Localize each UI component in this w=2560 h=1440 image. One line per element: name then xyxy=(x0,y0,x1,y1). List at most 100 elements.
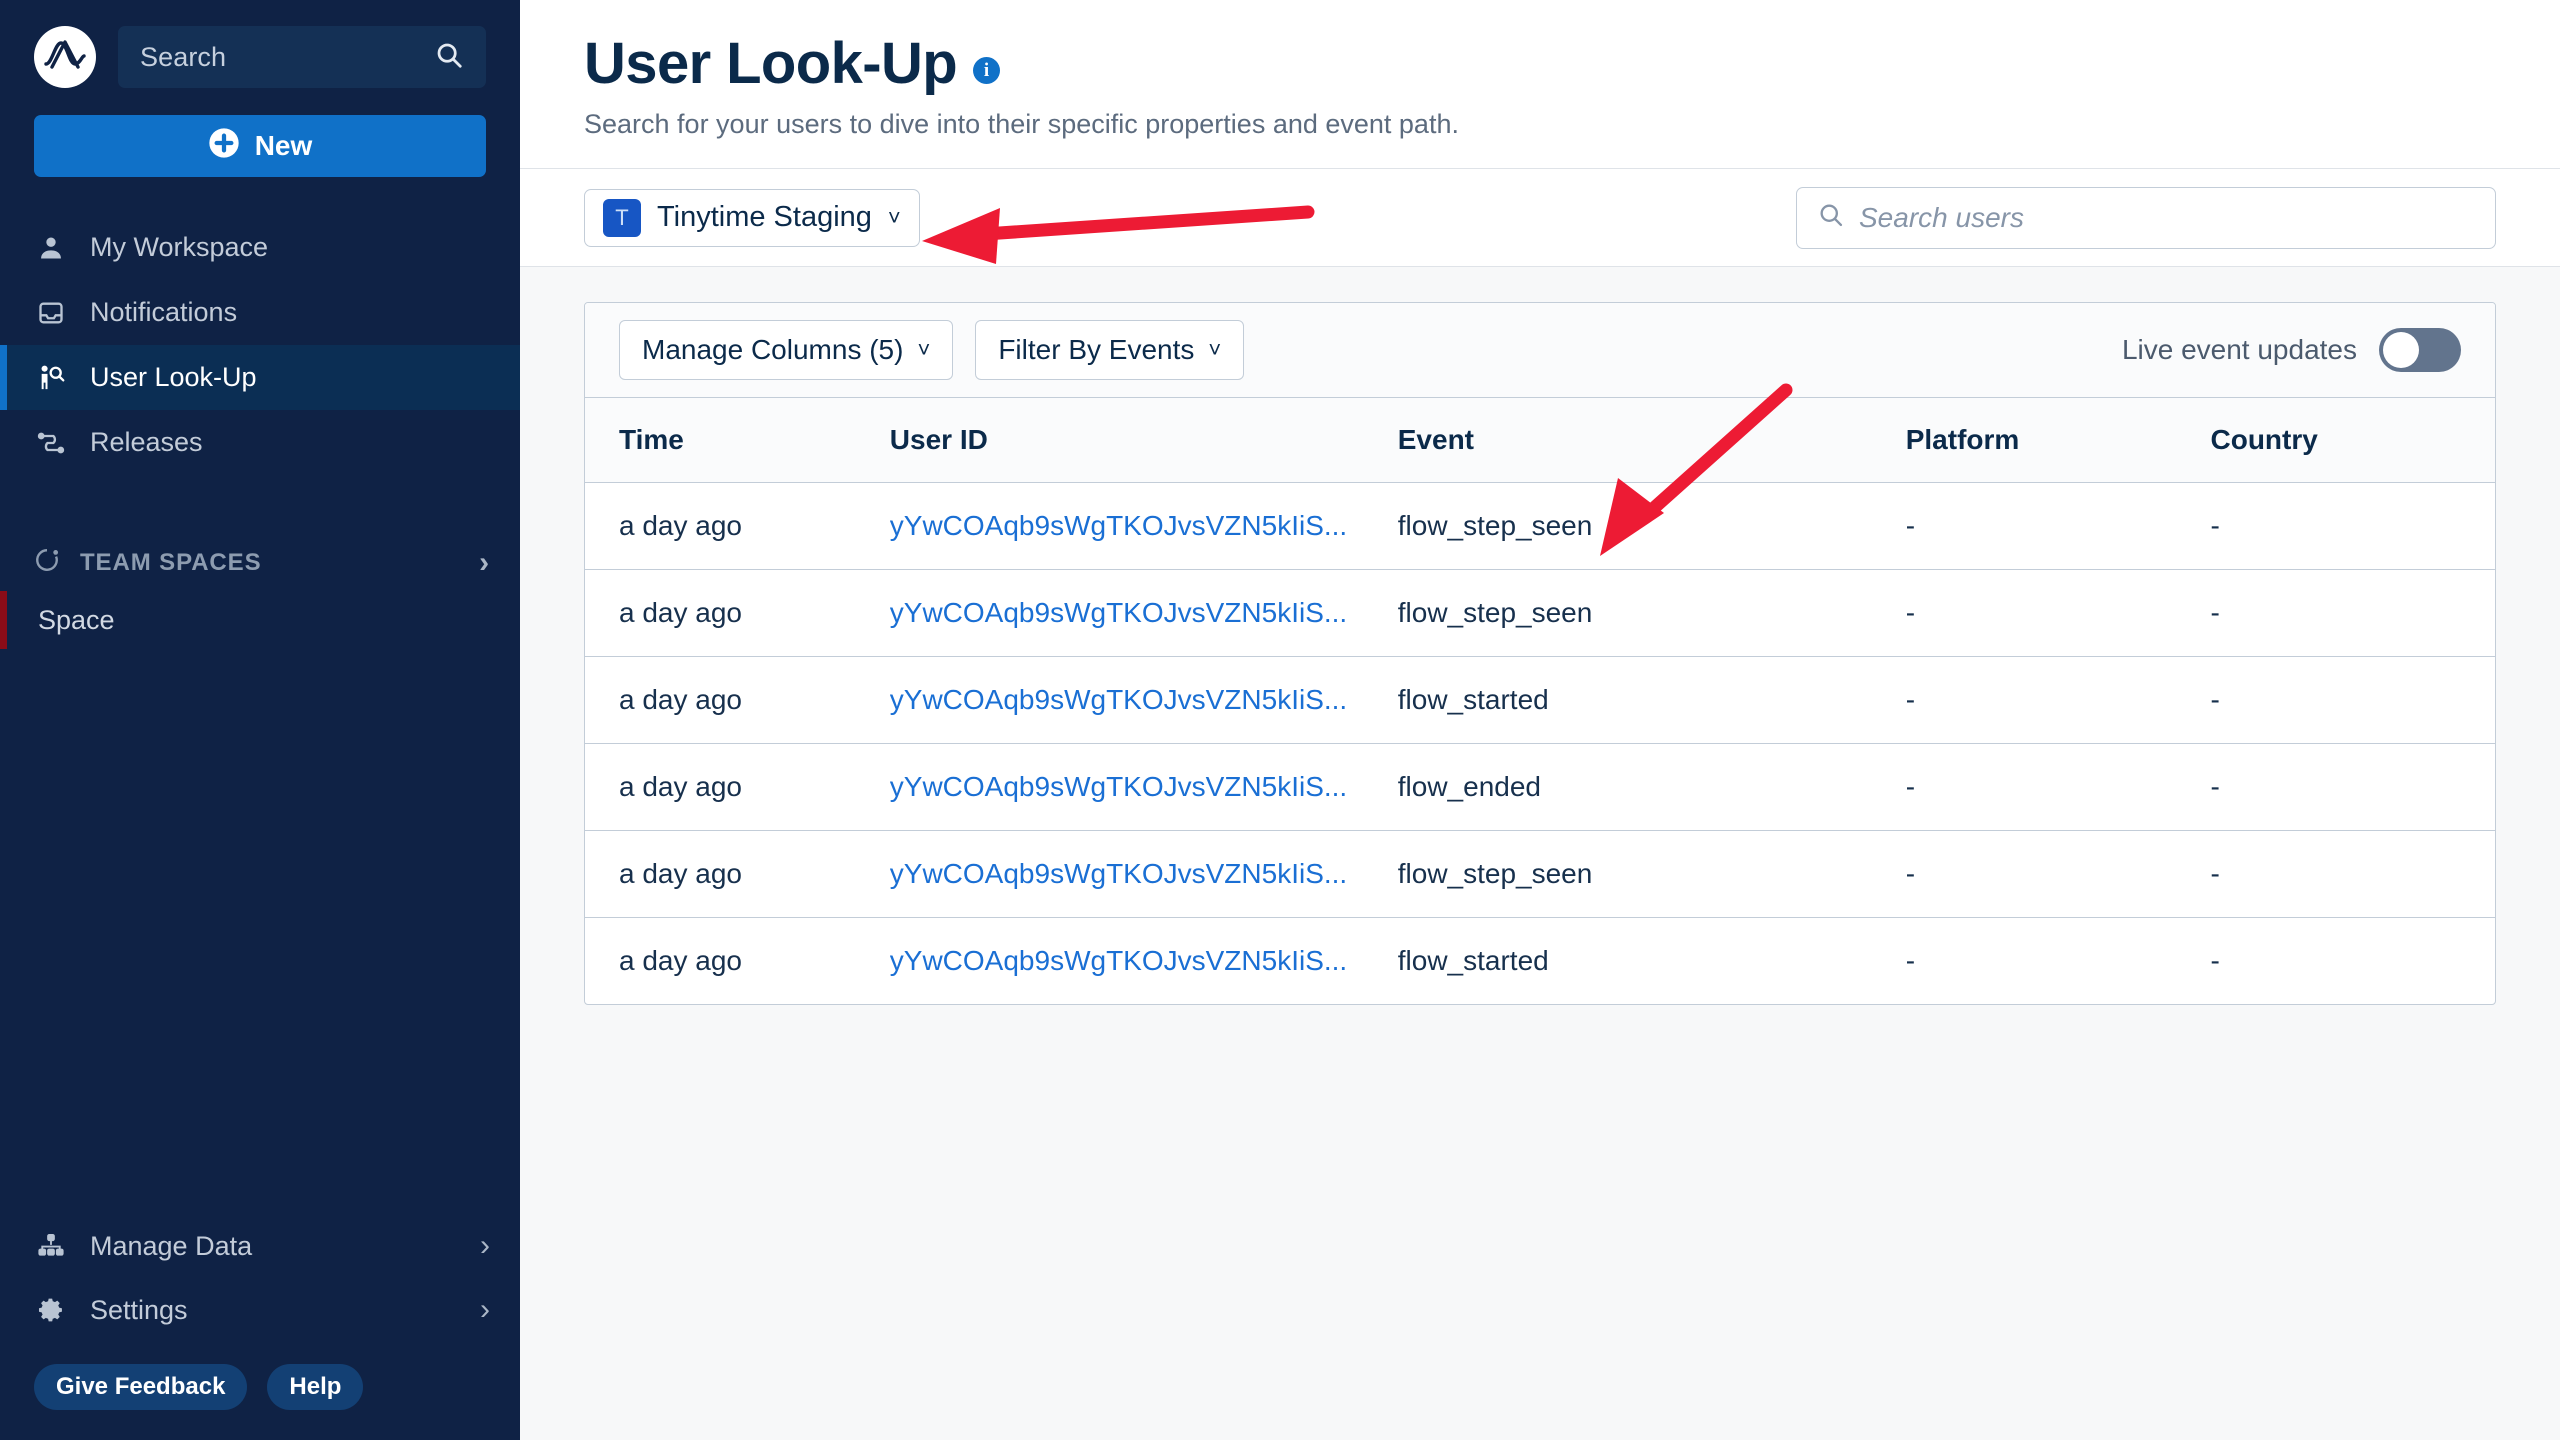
cell-time: a day ago xyxy=(585,482,890,570)
space-label: Space xyxy=(38,604,115,635)
cell-time: a day ago xyxy=(585,656,890,744)
sidebar-item-label: Manage Data xyxy=(90,1230,253,1261)
cell-platform: - xyxy=(1905,656,2211,744)
cell-platform: - xyxy=(1905,945,1916,976)
events-table-body: a day ago yYwCOAqb9sWgTKOJvsVZN5kIiS... … xyxy=(585,482,2495,1005)
page-title-row: User Look-Up i xyxy=(584,30,2560,97)
page-subtitle: Search for your users to dive into their… xyxy=(584,109,1459,139)
table-toolbar: Manage Columns (5) ˅ Filter By Events ˅ … xyxy=(585,303,2495,398)
project-badge: T xyxy=(603,198,641,237)
cell-event: flow_started xyxy=(1397,656,1906,744)
sidebar-top: Search xyxy=(0,0,520,88)
user-id-link[interactable]: yYwCOAqb9sWgTKOJvsVZN5kIiS... xyxy=(890,597,1347,628)
manage-columns-label: Manage Columns (5) xyxy=(642,334,904,365)
user-id-link[interactable]: yYwCOAqb9sWgTKOJvsVZN5kIiS... xyxy=(890,771,1347,802)
chevron-right-icon: › xyxy=(480,1229,490,1262)
user-id-link[interactable]: yYwCOAqb9sWgTKOJvsVZN5kIiS... xyxy=(890,684,1347,715)
cell-event: flow_ended xyxy=(1397,743,1906,831)
chevron-down-icon: ˅ xyxy=(917,337,931,362)
sidebar-logo-row: Search xyxy=(34,26,486,88)
plus-circle-icon xyxy=(208,127,240,166)
main-content: User Look-Up i Search for your users to … xyxy=(520,0,2560,1440)
sidebar-item-label: User Look-Up xyxy=(90,362,257,392)
sidebar-item-label: Settings xyxy=(90,1294,188,1325)
filter-bar: T Tinytime Staging ˅ Search users xyxy=(520,169,2560,267)
sidebar-item-label: Notifications xyxy=(90,297,238,327)
cell-time: a day ago xyxy=(585,743,890,831)
sidebar-item-label: My Workspace xyxy=(90,232,269,262)
new-button-label: New xyxy=(254,130,313,161)
sidebar-item-space[interactable]: Space xyxy=(0,591,520,649)
filter-by-events-button[interactable]: Filter By Events ˅ xyxy=(975,320,1245,380)
table-row[interactable]: a day ago yYwCOAqb9sWgTKOJvsVZN5kIiS... … xyxy=(585,569,2495,657)
column-header-time[interactable]: Time xyxy=(585,398,890,483)
manage-columns-button[interactable]: Manage Columns (5) ˅ xyxy=(619,320,954,380)
cell-platform: - xyxy=(1905,830,2211,918)
sidebar-item-manage-data[interactable]: Manage Data › xyxy=(0,1214,520,1278)
chevron-right-icon: › xyxy=(480,1293,490,1326)
sidebar-item-notifications[interactable]: Notifications xyxy=(0,280,520,345)
search-users-input[interactable]: Search users xyxy=(1796,186,2496,249)
amplitude-logo-icon[interactable] xyxy=(34,26,96,88)
cell-time: a day ago xyxy=(619,945,742,976)
help-button[interactable]: Help xyxy=(267,1364,364,1410)
give-feedback-button[interactable]: Give Feedback xyxy=(34,1364,248,1410)
table-row[interactable]: a day ago yYwCOAqb9sWgTKOJvsVZN5kIiS... … xyxy=(585,656,2495,744)
table-row[interactable]: a day ago yYwCOAqb9sWgTKOJvsVZN5kIiS... … xyxy=(585,918,2495,1005)
cell-event: flow_step_seen xyxy=(1397,482,1906,570)
live-updates-group: Live event updates xyxy=(2122,328,2461,372)
cell-country: - xyxy=(2210,743,2495,831)
team-spaces-section-header[interactable]: TEAM SPACES › xyxy=(0,535,520,591)
user-id-link[interactable]: yYwCOAqb9sWgTKOJvsVZN5kIiS... xyxy=(890,510,1347,541)
cell-country: - xyxy=(2210,830,2495,918)
sidebar-search-placeholder: Search xyxy=(140,41,227,72)
new-button[interactable]: New xyxy=(34,115,486,177)
events-table-head: Time User ID Event Platform Country xyxy=(585,398,2495,483)
chevron-right-icon: › xyxy=(479,546,490,579)
team-spaces-label: TEAM SPACES xyxy=(80,549,262,576)
info-icon[interactable]: i xyxy=(973,57,1001,84)
table-row[interactable]: a day ago yYwCOAqb9sWgTKOJvsVZN5kIiS... … xyxy=(585,743,2495,831)
cell-country: - xyxy=(2210,945,2220,976)
sidebar-pill-row: Give Feedback Help xyxy=(0,1342,520,1410)
column-header-country[interactable]: Country xyxy=(2210,398,2495,483)
table-row[interactable]: a day ago yYwCOAqb9sWgTKOJvsVZN5kIiS... … xyxy=(585,482,2495,570)
cell-country: - xyxy=(2210,569,2495,657)
sidebar-bottom: Manage Data › Settings › Give Feedback H… xyxy=(0,1214,520,1440)
chevron-down-icon: ˅ xyxy=(887,204,901,230)
chevron-down-icon: ˅ xyxy=(1208,337,1222,362)
sidebar-search-input[interactable]: Search xyxy=(118,26,486,88)
sidebar-nav: My Workspace Notifications User Look-Up … xyxy=(0,215,520,475)
table-row[interactable]: a day ago yYwCOAqb9sWgTKOJvsVZN5kIiS... … xyxy=(585,830,2495,918)
user-id-link[interactable]: yYwCOAqb9sWgTKOJvsVZN5kIiS... xyxy=(890,858,1347,889)
search-users-placeholder: Search users xyxy=(1859,201,2024,233)
live-updates-label: Live event updates xyxy=(2121,334,2357,365)
cell-time: a day ago xyxy=(585,830,890,918)
sidebar-item-label: Releases xyxy=(90,427,203,457)
user-id-link[interactable]: yYwCOAqb9sWgTKOJvsVZN5kIiS... xyxy=(890,945,1347,976)
cell-platform: - xyxy=(1905,743,2211,831)
events-table-container: Manage Columns (5) ˅ Filter By Events ˅ … xyxy=(584,302,2496,1005)
cell-event: flow_started xyxy=(1397,945,1549,976)
sidebar-item-settings[interactable]: Settings › xyxy=(0,1278,520,1342)
page-title: User Look-Up xyxy=(584,31,958,96)
column-header-platform[interactable]: Platform xyxy=(1905,398,2211,483)
events-table: Time User ID Event Platform Country a da… xyxy=(585,398,2495,1004)
cell-event: flow_step_seen xyxy=(1397,830,1906,918)
column-header-user-id[interactable]: User ID xyxy=(889,398,1398,483)
cell-time: a day ago xyxy=(585,569,890,657)
releases-icon xyxy=(34,429,68,457)
gear-icon xyxy=(34,1296,68,1324)
sidebar-item-releases[interactable]: Releases xyxy=(0,410,520,475)
person-search-icon xyxy=(34,364,68,392)
cell-platform: - xyxy=(1905,569,2211,657)
inbox-icon xyxy=(34,299,68,327)
sidebar-item-user-look-up[interactable]: User Look-Up xyxy=(0,345,520,410)
project-name: Tinytime Staging xyxy=(657,201,872,233)
sidebar-item-my-workspace[interactable]: My Workspace xyxy=(0,215,520,280)
sidebar: Search New My Workspace Notifications Us… xyxy=(0,0,520,1440)
live-updates-toggle[interactable] xyxy=(2379,328,2461,372)
project-selector-button[interactable]: T Tinytime Staging ˅ xyxy=(584,188,920,247)
column-header-event[interactable]: Event xyxy=(1397,398,1906,483)
cell-country: - xyxy=(2210,482,2495,570)
